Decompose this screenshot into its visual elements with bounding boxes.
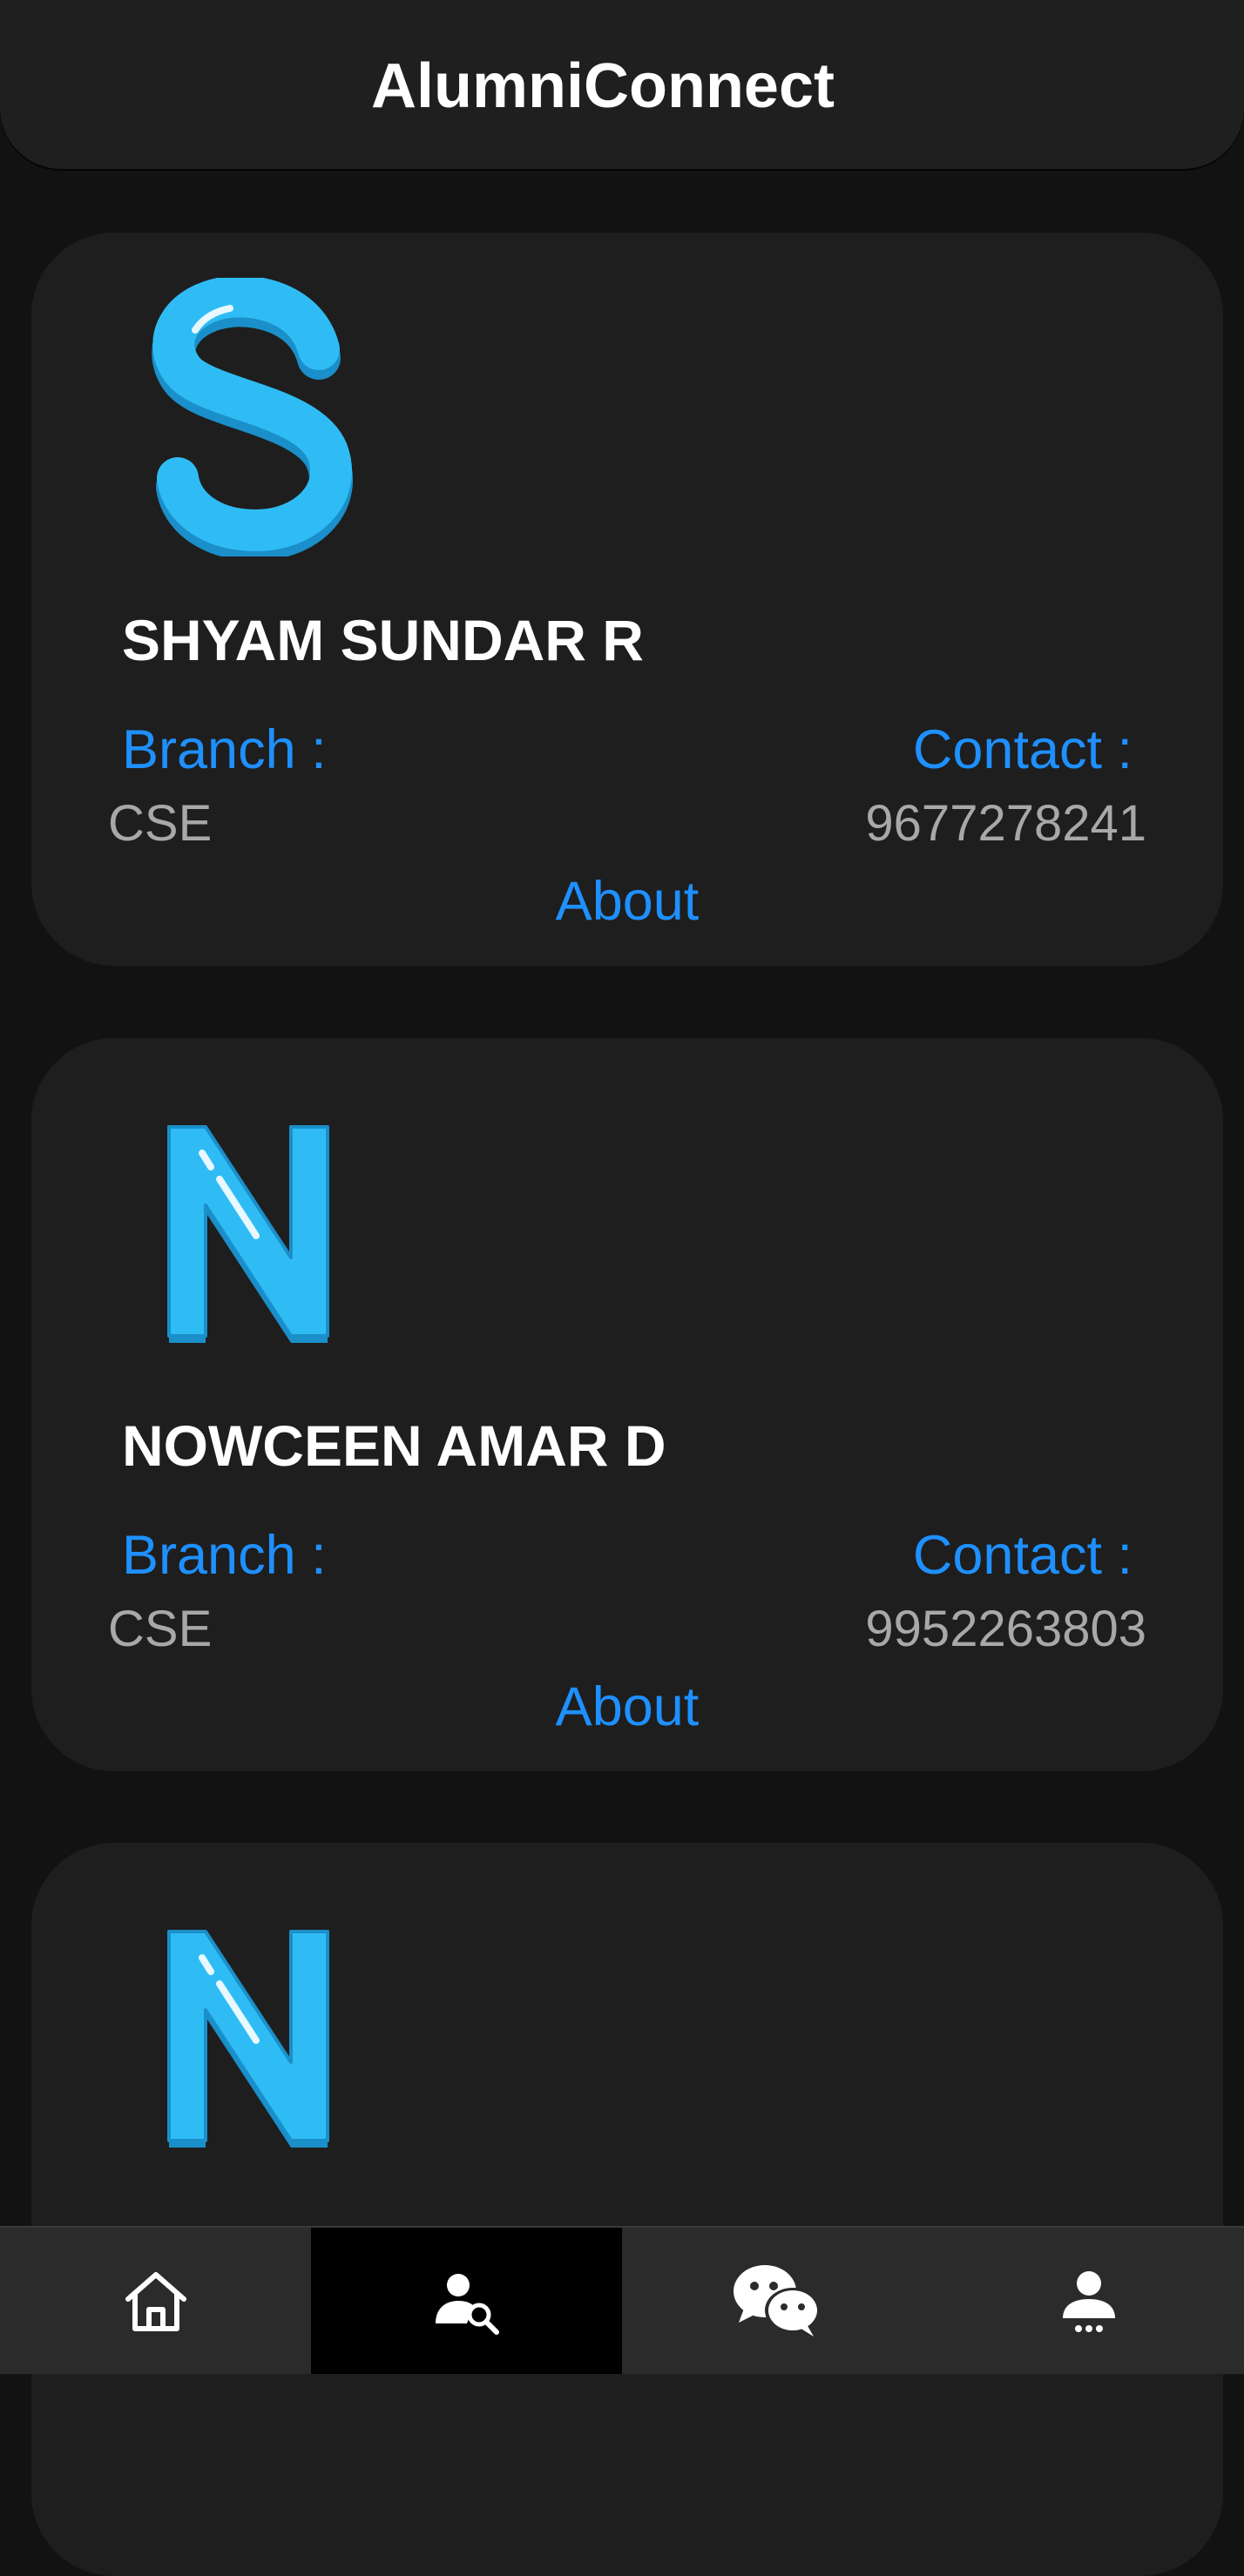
nav-profile[interactable] (933, 2228, 1244, 2374)
alumni-name: SHYAM SUNDAR R (122, 608, 644, 672)
user-search-icon (435, 2274, 499, 2335)
branch-label: Branch : (122, 1525, 327, 1586)
nav-home[interactable] (0, 2228, 311, 2374)
app-title: AlumniConnect (371, 51, 835, 121)
nav-chat[interactable] (622, 2228, 933, 2374)
avatar-letter-s-icon (152, 278, 353, 556)
avatar-letter-n-icon (167, 1125, 329, 1343)
branch-label: Branch : (122, 719, 327, 780)
branch-value: CSE (108, 1601, 213, 1657)
alumni-card: SHYAM SUNDAR R Branch : CSE Contact : 96… (31, 233, 1223, 966)
about-link[interactable]: About (31, 870, 1223, 933)
alumni-name: NOWCEEN AMAR D (122, 1413, 666, 1478)
contact-value[interactable]: 9952263803 (865, 1600, 1146, 1658)
alumni-card: NOWCEEN AMAR D Branch : CSE Contact : 99… (31, 1038, 1223, 1771)
home-icon (125, 2272, 186, 2331)
contact-label: Contact : (912, 719, 1132, 780)
nav-search-alumni[interactable] (311, 2228, 622, 2374)
alumni-card (31, 1843, 1223, 2576)
profile-icon (1062, 2271, 1115, 2332)
app-header: AlumniConnect (0, 0, 1244, 169)
chat-icon (733, 2265, 821, 2337)
bottom-nav (0, 2226, 1244, 2374)
about-link[interactable]: About (31, 1676, 1223, 1738)
branch-value: CSE (108, 795, 213, 852)
contact-value[interactable]: 9677278241 (865, 794, 1146, 853)
contact-label: Contact : (912, 1525, 1132, 1586)
avatar-letter-n-icon (167, 1930, 329, 2148)
